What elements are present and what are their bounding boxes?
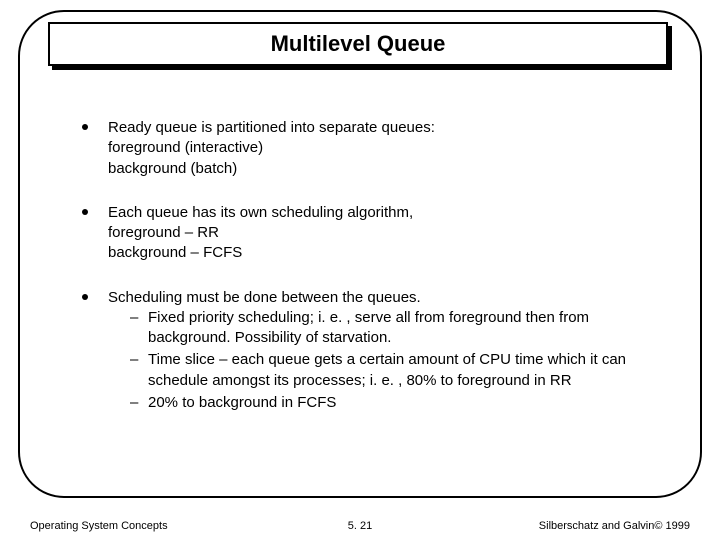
bullet-3-dash-3: 20% to background in FCFS [130,393,660,413]
bullet-dot [82,294,88,300]
footer-right: Silberschatz and Galvin© 1999 [539,520,690,532]
bullet-2-line-2: background – FCFS [108,243,660,263]
bullet-2: Each queue has its own scheduling algori… [82,203,660,264]
bullet-3-sublist: Fixed priority scheduling; i. e. , serve… [108,308,660,413]
footer-center: 5. 21 [348,520,372,532]
bullet-3-head: Scheduling must be done between the queu… [108,288,660,308]
slide-footer: Operating System Concepts 5. 21 Silbersc… [0,520,720,532]
bullet-2-head: Each queue has its own scheduling algori… [108,203,660,223]
bullet-2-line-1: foreground – RR [108,223,660,243]
footer-left: Operating System Concepts [30,520,168,532]
slide-title: Multilevel Queue [271,31,446,57]
bullet-1: Ready queue is partitioned into separate… [82,118,660,179]
title-box: Multilevel Queue [48,22,668,66]
bullet-3-dash-1: Fixed priority scheduling; i. e. , serve… [130,308,660,349]
bullet-1-line-1: foreground (interactive) [108,138,660,158]
slide-content: Ready queue is partitioned into separate… [82,118,660,437]
bullet-3: Scheduling must be done between the queu… [82,288,660,414]
bullet-1-head: Ready queue is partitioned into separate… [108,118,660,138]
bullet-dot [82,124,88,130]
bullet-1-line-2: background (batch) [108,159,660,179]
bullet-dot [82,209,88,215]
bullet-3-dash-2: Time slice – each queue gets a certain a… [130,350,660,391]
